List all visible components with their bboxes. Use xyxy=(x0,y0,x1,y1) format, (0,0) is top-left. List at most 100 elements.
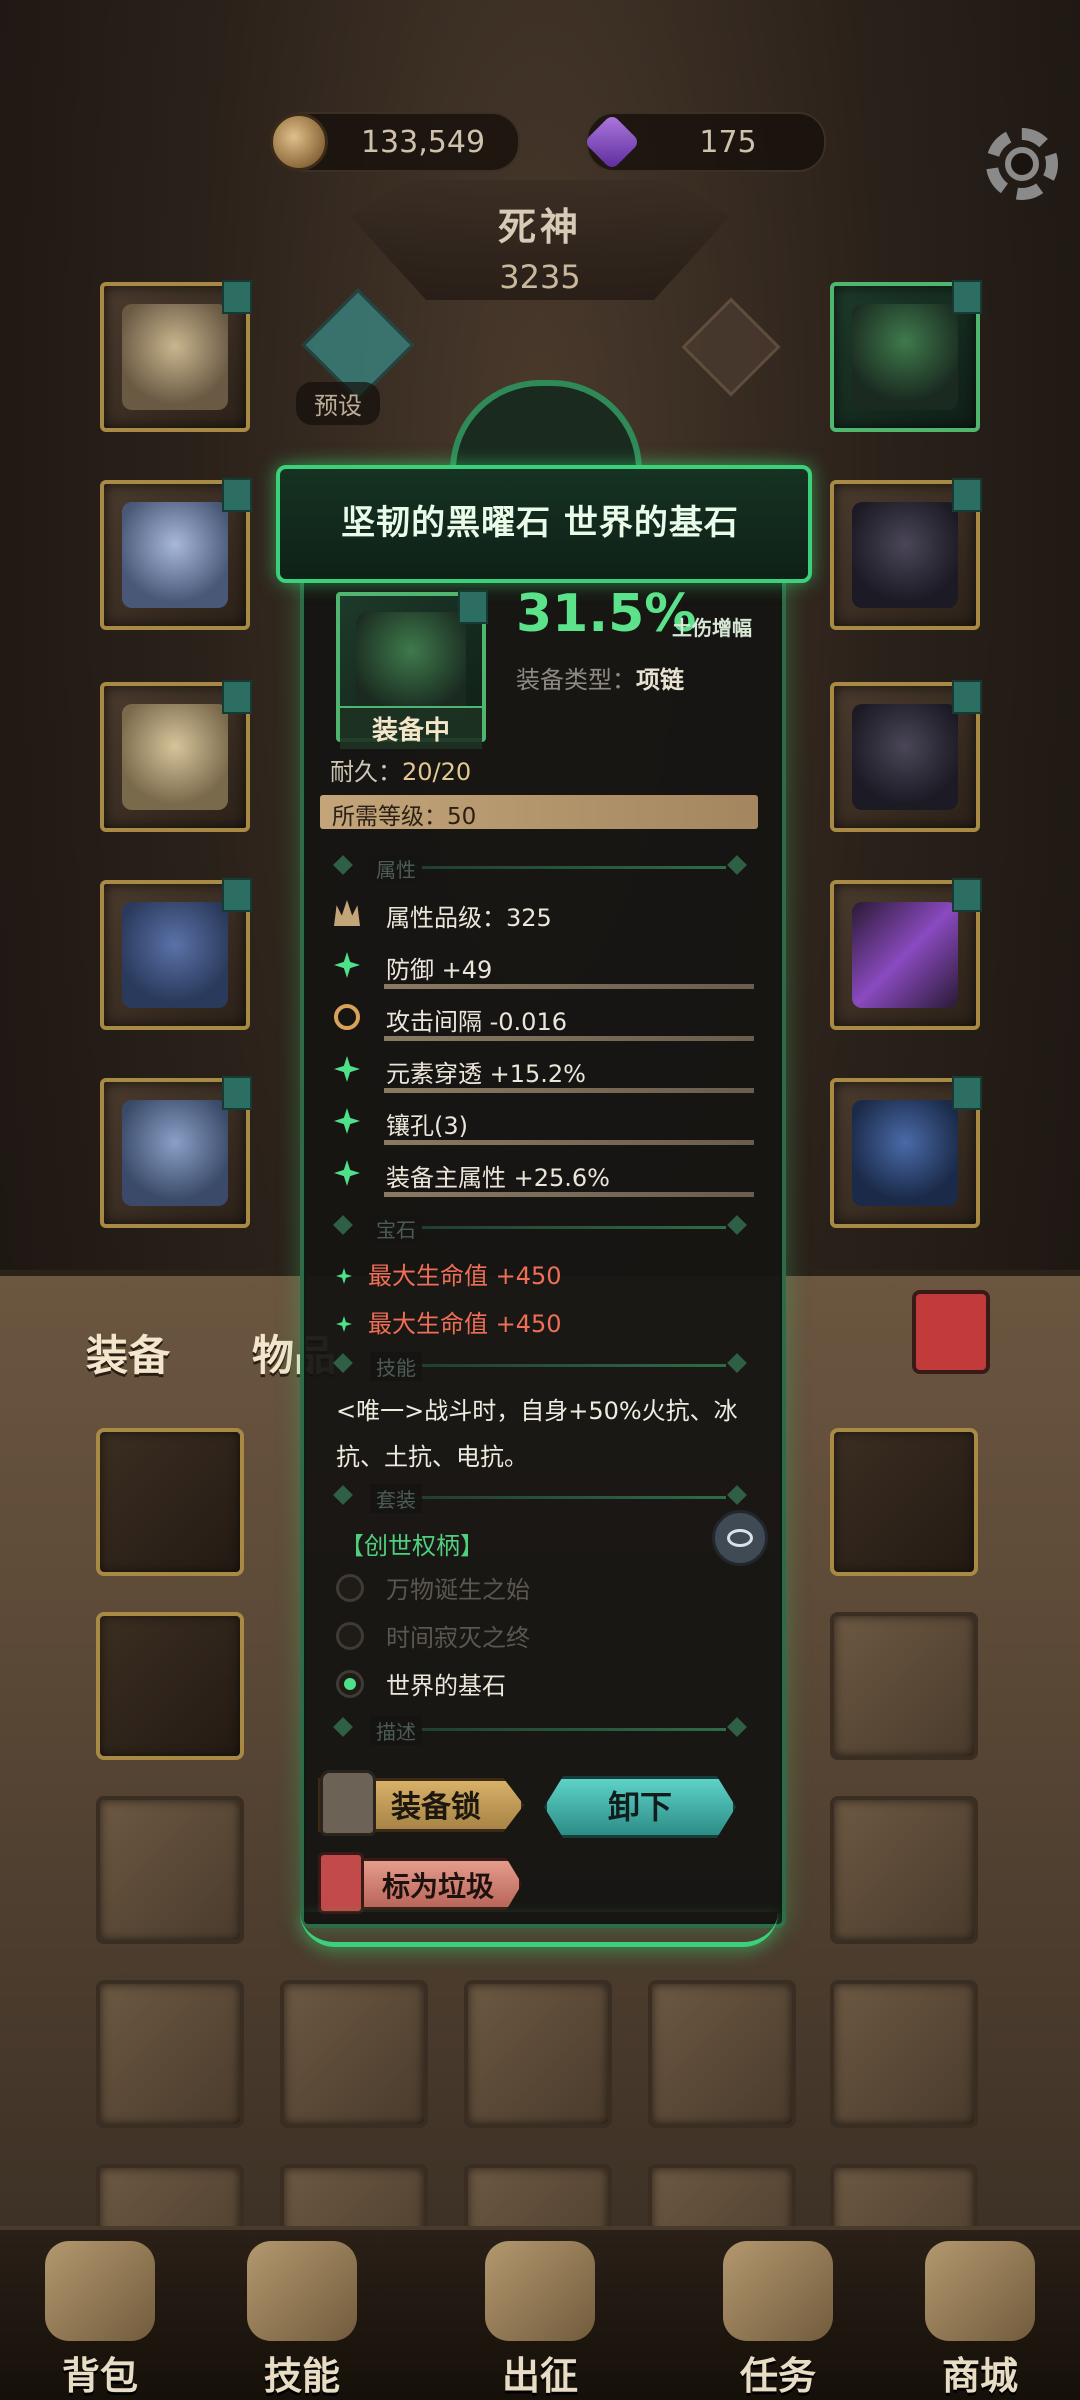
gem-row: 最大生命值 +450 xyxy=(336,1304,756,1339)
section-skills: 技能 xyxy=(333,1350,748,1381)
radio-icon xyxy=(336,1670,364,1698)
padlock-icon xyxy=(320,1770,376,1836)
unequip-button[interactable]: 卸下 xyxy=(544,1776,736,1838)
equip-slot-gloves[interactable] xyxy=(100,680,252,832)
attribute-text: 防御 +49 xyxy=(386,956,493,984)
shield-item-icon xyxy=(852,1100,958,1206)
slot-tag-icon xyxy=(222,878,252,912)
helmet-item-icon xyxy=(122,304,228,410)
eye-icon[interactable] xyxy=(712,1510,768,1566)
inventory-slot[interactable] xyxy=(830,1428,978,1576)
item-type-value: 项链 xyxy=(636,666,684,694)
item-name: 坚韧的黑曜石 世界的基石 xyxy=(341,503,739,543)
gloves-item-icon xyxy=(122,704,228,810)
attribute-bar xyxy=(384,1088,754,1093)
durability: 耐久：20/20 xyxy=(330,752,471,787)
inventory-slot[interactable] xyxy=(648,1980,796,2128)
inventory-slot[interactable] xyxy=(830,1612,978,1760)
spark-icon xyxy=(334,1108,360,1134)
inventory-slot[interactable] xyxy=(280,1980,428,2128)
inventory-slot[interactable] xyxy=(96,1428,244,1576)
equip-slot-boots[interactable] xyxy=(100,1076,252,1228)
spark-icon xyxy=(334,1056,360,1082)
nav-quests[interactable]: 任务 xyxy=(688,2241,868,2400)
hero-name: 死神 xyxy=(497,205,582,249)
inventory-slot[interactable] xyxy=(830,1796,978,1944)
trash-can-icon xyxy=(318,1852,364,1914)
diamond-icon xyxy=(333,855,353,875)
inventory-slot[interactable] xyxy=(96,1796,244,1944)
attribute-row: 防御 +49 xyxy=(334,946,754,989)
item-type: 装备类型：项链 xyxy=(516,660,684,695)
bonus-value: 31.5% xyxy=(516,584,697,644)
preset-button[interactable]: 预设 xyxy=(296,382,380,425)
attribute-text: 装备主属性 +25.6% xyxy=(386,1164,610,1192)
slot-tag-icon xyxy=(952,478,982,512)
equip-slot-ring-2[interactable] xyxy=(830,680,982,832)
equip-slot-ring-1[interactable] xyxy=(830,478,982,630)
item-type-label: 装备类型： xyxy=(516,666,636,694)
trash-icon[interactable] xyxy=(912,1290,990,1374)
attribute-row: 属性品级：325 xyxy=(334,894,754,934)
equip-slot-armor[interactable] xyxy=(100,478,252,630)
radio-icon xyxy=(336,1574,364,1602)
diamond-icon xyxy=(727,1353,747,1373)
equip-slot-weapon[interactable] xyxy=(830,878,982,1030)
gold-coin-icon xyxy=(270,113,328,171)
inventory-slot[interactable] xyxy=(96,1980,244,2128)
equip-slot-shield[interactable] xyxy=(830,1076,982,1228)
durability-label: 耐久： xyxy=(330,758,402,786)
pants-item-icon xyxy=(122,902,228,1008)
attribute-text: 镶孔(3) xyxy=(386,1112,468,1140)
inventory-slot[interactable] xyxy=(830,1980,978,2128)
gem-text: 最大生命值 +450 xyxy=(368,1310,562,1338)
gem-counter: 175 xyxy=(583,112,826,172)
slot-tag-icon xyxy=(222,280,252,314)
bottom-nav: 背包 技能 出征 任务 商城 xyxy=(0,2226,1080,2400)
set-name: 【创世权柄】 xyxy=(340,1532,484,1560)
section-label: 技能 xyxy=(370,1352,422,1381)
set-item-name: 万物诞生之始 xyxy=(386,1576,530,1604)
attribute-text: 元素穿透 +15.2% xyxy=(386,1060,586,1088)
nav-expedition[interactable]: 出征 xyxy=(450,2241,630,2400)
section-set: 套装 xyxy=(333,1482,748,1513)
armor-item-icon xyxy=(122,502,228,608)
section-attributes: 属性 xyxy=(333,852,748,883)
spark-icon xyxy=(334,952,360,978)
nav-label: 出征 xyxy=(501,2354,578,2398)
set-item-row: 时间寂灭之终 xyxy=(336,1616,756,1656)
nav-backpack[interactable]: 背包 xyxy=(10,2241,190,2400)
section-label: 属性 xyxy=(370,854,422,883)
tab-equipment[interactable]: 装备 xyxy=(86,1322,170,1383)
inventory-slot[interactable] xyxy=(96,1612,244,1760)
crown-icon xyxy=(334,900,360,926)
claw-item-icon xyxy=(852,502,958,608)
section-description: 描述 xyxy=(333,1714,748,1745)
set-item-row: 世界的基石 xyxy=(336,1664,756,1704)
slot-tag-icon xyxy=(222,478,252,512)
section-gems: 宝石 xyxy=(333,1212,748,1243)
equip-slot-pants[interactable] xyxy=(100,878,252,1030)
equip-slot-necklace[interactable] xyxy=(830,280,982,432)
diamond-icon xyxy=(333,1485,353,1505)
equip-slot-helmet[interactable] xyxy=(100,280,252,432)
section-label: 描述 xyxy=(370,1716,422,1745)
slot-tag-icon xyxy=(952,280,982,314)
sword-item-icon xyxy=(852,902,958,1008)
spark-icon xyxy=(334,1160,360,1186)
slot-tag-icon xyxy=(952,1076,982,1110)
diamond-icon xyxy=(727,1485,747,1505)
diamond-icon xyxy=(333,1215,353,1235)
attribute-text: 攻击间隔 -0.016 xyxy=(386,1008,567,1036)
inventory-slot[interactable] xyxy=(464,1980,612,2128)
cycle-icon xyxy=(334,1004,360,1030)
skill-book-icon xyxy=(247,2241,357,2341)
settings-gear-icon[interactable] xyxy=(986,128,1058,200)
attribute-bar xyxy=(384,1140,754,1145)
nav-label: 商城 xyxy=(941,2354,1018,2398)
nav-shop[interactable]: 商城 xyxy=(890,2241,1070,2400)
slot-tag-icon xyxy=(222,680,252,714)
nav-skills[interactable]: 技能 xyxy=(212,2241,392,2400)
attribute-bar xyxy=(384,1192,754,1197)
skill-description: <唯一>战斗时，自身+50%火抗、冰抗、土抗、电抗。 xyxy=(336,1397,738,1471)
